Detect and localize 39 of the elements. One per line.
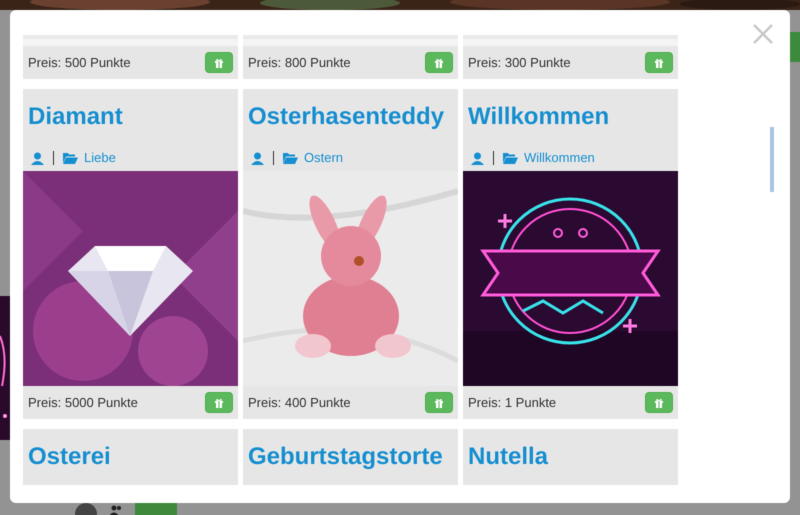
users-icon[interactable] <box>109 505 123 515</box>
user-icon[interactable] <box>471 152 484 164</box>
gift-button[interactable] <box>645 52 673 73</box>
gift-button[interactable] <box>205 52 233 73</box>
gift-button[interactable] <box>645 392 673 413</box>
scrollbar[interactable] <box>770 127 774 192</box>
gift-title[interactable]: Geburtstagstorte <box>243 429 458 485</box>
folder-icon <box>503 152 518 164</box>
price-text: Preis: 300 Punkte <box>468 54 571 72</box>
gift-title[interactable]: Osterhasenteddy <box>243 89 458 145</box>
gift-icon <box>434 398 444 408</box>
gift-title[interactable]: Osterei <box>23 429 238 485</box>
separator <box>493 151 497 165</box>
separator <box>273 151 277 165</box>
gift-title[interactable]: Diamant <box>23 89 238 145</box>
category-link[interactable]: Ostern <box>304 148 344 168</box>
price-text: Preis: 500 Punkte <box>28 54 131 72</box>
gift-button[interactable] <box>425 52 453 73</box>
price-text: Preis: 5000 Punkte <box>28 394 138 412</box>
gift-title[interactable]: Willkommen <box>463 89 678 145</box>
separator <box>53 151 57 165</box>
gift-icon <box>214 58 224 68</box>
user-icon[interactable] <box>251 152 264 164</box>
folder-icon <box>63 152 78 164</box>
gift-icon <box>654 398 664 408</box>
price-text: Preis: 800 Punkte <box>248 54 351 72</box>
gift-icon <box>434 58 444 68</box>
gift-button[interactable] <box>205 392 233 413</box>
user-icon[interactable] <box>31 152 44 164</box>
category-link[interactable]: Liebe <box>84 148 116 168</box>
folder-icon <box>283 152 298 164</box>
category-link[interactable]: Willkommen <box>524 148 595 168</box>
price-text: Preis: 400 Punkte <box>248 394 351 412</box>
close-icon[interactable] <box>753 24 773 44</box>
gift-title[interactable]: Nutella <box>463 429 678 485</box>
price-text: Preis: 1 Punkte <box>468 394 556 412</box>
gift-icon <box>214 398 224 408</box>
gift-icon <box>654 58 664 68</box>
gift-button[interactable] <box>425 392 453 413</box>
